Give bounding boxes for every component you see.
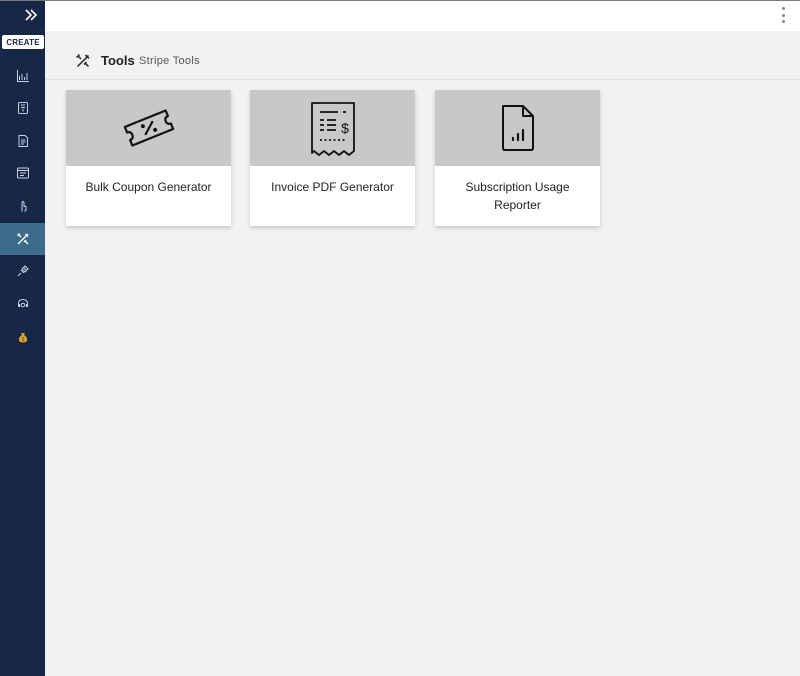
card-image: $: [250, 90, 415, 166]
page-header: Tools Stripe Tools: [45, 40, 800, 80]
card-label: Subscription Usage Reporter: [465, 180, 570, 212]
page-subtitle: Stripe Tools: [139, 55, 200, 67]
browser-window-icon: [16, 167, 29, 179]
tool-card-subscription-usage-reporter[interactable]: Subscription Usage Reporter: [435, 90, 600, 226]
chart-icon: [16, 70, 29, 82]
card-label: Invoice PDF Generator: [271, 180, 394, 194]
receipt-icon: $: [310, 102, 355, 156]
sidebar: CREATE $: [0, 1, 45, 676]
hand-pointer-icon: [21, 200, 26, 212]
sidebar-item-tools[interactable]: [0, 223, 45, 255]
card-label: Bulk Coupon Generator: [85, 180, 212, 194]
card-image: [66, 90, 231, 166]
sidebar-item-analytics[interactable]: [0, 60, 45, 92]
sidebar-item-integrations[interactable]: [0, 255, 45, 287]
tools-icon: [16, 233, 28, 245]
expand-sidebar-icon[interactable]: [22, 6, 42, 24]
book-icon: [17, 102, 28, 114]
top-bar: [45, 1, 800, 31]
create-button[interactable]: CREATE: [2, 35, 44, 49]
support-headset-icon: [17, 298, 28, 308]
sidebar-item-invoices[interactable]: [0, 125, 45, 157]
page-title: Tools: [101, 53, 135, 68]
card-image: [435, 90, 600, 166]
svg-text:$: $: [341, 120, 349, 136]
more-options-icon[interactable]: [780, 7, 786, 23]
sidebar-item-web[interactable]: [0, 157, 45, 189]
tool-card-bulk-coupon-generator[interactable]: Bulk Coupon Generator: [66, 90, 231, 226]
plug-icon: [17, 265, 29, 277]
coupon-ticket-icon: [123, 109, 174, 147]
svg-text:$: $: [21, 337, 24, 343]
sidebar-item-book[interactable]: [0, 92, 45, 124]
tools-icon: [75, 53, 90, 68]
sidebar-item-interactions[interactable]: [0, 190, 45, 222]
sidebar-item-support[interactable]: [0, 288, 45, 320]
tool-card-invoice-pdf-generator[interactable]: $ Invoice PDF Generator: [250, 90, 415, 226]
sidebar-item-billing[interactable]: $: [0, 321, 45, 353]
document-chart-icon: [501, 105, 534, 151]
money-bag-icon: $: [18, 333, 27, 343]
invoice-doc-icon: [18, 135, 28, 147]
